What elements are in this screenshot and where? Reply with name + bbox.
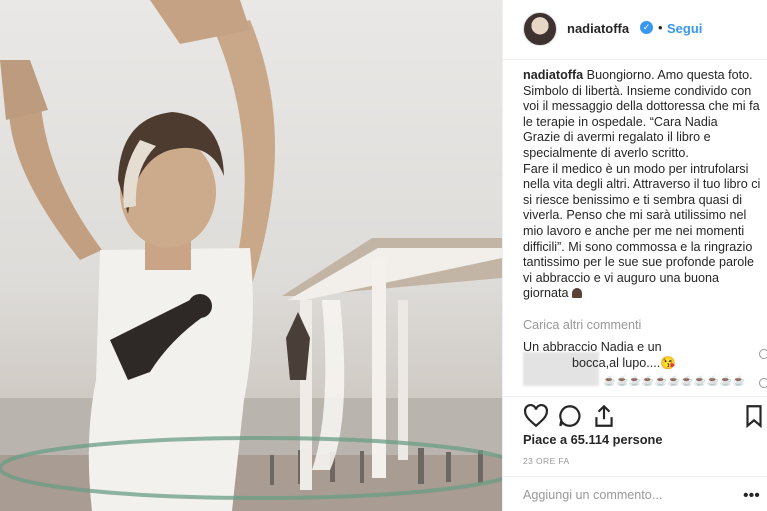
sea bbox=[0, 398, 502, 458]
bookmark-icon[interactable] bbox=[741, 403, 767, 429]
comment-item: Un abbraccio Nadia e un bocca,al lupo...… bbox=[523, 340, 759, 371]
share-icon[interactable] bbox=[591, 403, 617, 429]
post-actions bbox=[503, 396, 767, 435]
verified-badge-icon: ✓ bbox=[640, 21, 653, 34]
likes-count[interactable]: Piace a 65.114 persone bbox=[523, 432, 662, 447]
pray-hands-icon bbox=[571, 288, 582, 299]
follow-button[interactable]: Segui bbox=[667, 21, 702, 36]
header-username[interactable]: nadiatoffa bbox=[567, 21, 629, 36]
comment-text: ☕☕☕☕☕☕☕☕☕☕☕ bbox=[603, 376, 746, 387]
post-header: nadiatoffa ✓ • Segui bbox=[503, 0, 767, 60]
beach bbox=[0, 455, 502, 511]
post-side-panel: nadiatoffa ✓ • Segui nadiatoffa Buongior… bbox=[502, 0, 767, 511]
comment-icon[interactable] bbox=[557, 403, 583, 429]
add-comment-bar: Aggiungi un commento... ••• bbox=[503, 476, 767, 511]
caption-username[interactable]: nadiatoffa bbox=[523, 68, 583, 82]
comment-text: Un abbraccio Nadia e un bocca,al lupo...… bbox=[523, 340, 676, 370]
header-separator: • bbox=[658, 20, 663, 35]
comment-like-icon[interactable] bbox=[759, 378, 767, 388]
photo-scene bbox=[0, 0, 502, 511]
caption-text: Buongiorno. Amo questa foto. Simbolo di … bbox=[523, 68, 761, 301]
heart-icon[interactable] bbox=[523, 403, 549, 429]
load-more-comments-link[interactable]: Carica altri commenti bbox=[523, 318, 641, 332]
comment-like-icon[interactable] bbox=[759, 349, 767, 359]
post-photo[interactable] bbox=[0, 0, 502, 511]
comment-item: ☕☕☕☕☕☕☕☕☕☕☕ bbox=[603, 376, 745, 387]
add-comment-input[interactable]: Aggiungi un commento... bbox=[523, 488, 662, 502]
more-options-icon[interactable]: ••• bbox=[743, 487, 760, 505]
avatar[interactable] bbox=[523, 12, 557, 46]
post-timestamp[interactable]: 23 ORE FA bbox=[523, 456, 570, 466]
post-caption: nadiatoffa Buongiorno. Amo questa foto. … bbox=[523, 68, 767, 302]
